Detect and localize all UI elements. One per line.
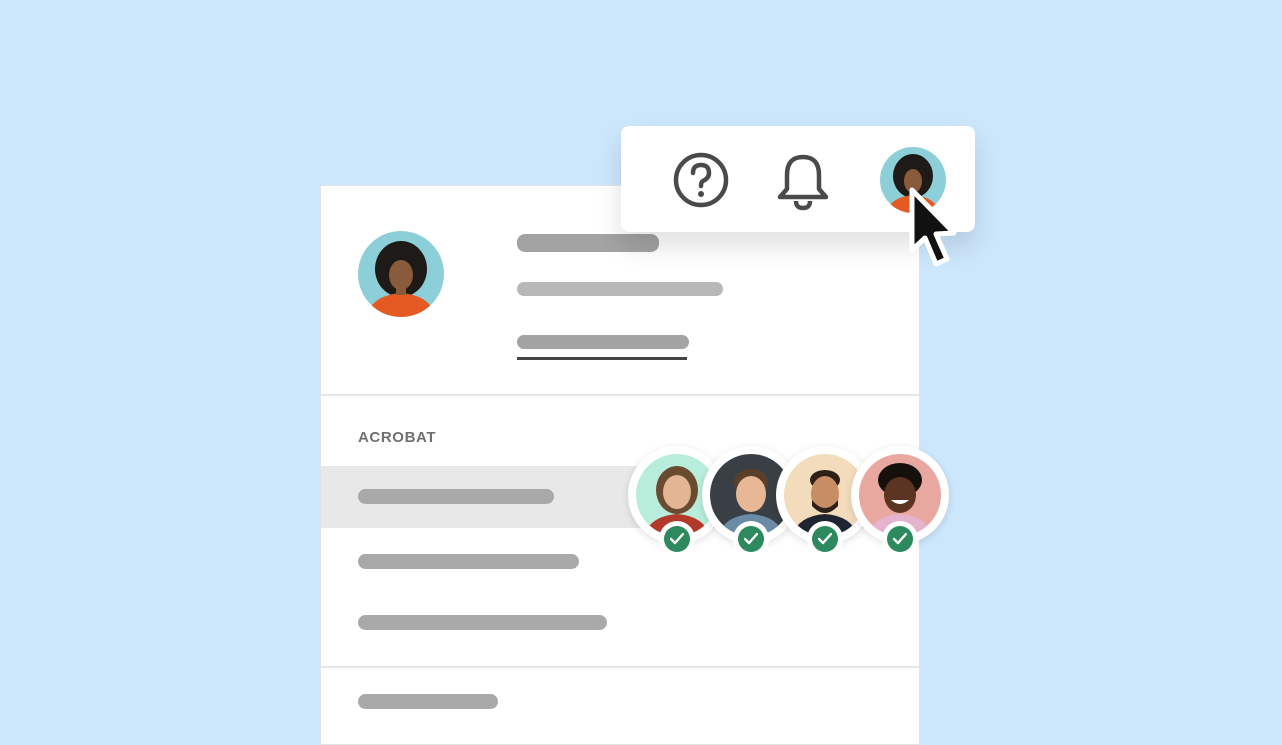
help-icon[interactable]	[672, 151, 730, 214]
mouse-pointer-icon	[906, 186, 970, 287]
menu-item-label-placeholder	[358, 694, 498, 709]
menu-item-label-placeholder	[358, 554, 579, 569]
check-badge	[807, 521, 843, 557]
check-badge	[882, 521, 918, 557]
divider	[321, 394, 919, 396]
profile-name-placeholder	[517, 234, 659, 252]
menu-item-label-placeholder	[358, 615, 607, 630]
bell-icon[interactable]	[775, 151, 831, 216]
checkmark-icon	[738, 526, 764, 552]
profile-link-underline	[517, 357, 687, 360]
divider	[321, 666, 919, 668]
menu-item-3[interactable]	[321, 592, 919, 654]
checkmark-icon	[664, 526, 690, 552]
collaborator-avatar[interactable]	[851, 446, 949, 557]
section-label: ACROBAT	[358, 429, 437, 446]
profile-email-placeholder	[517, 282, 723, 296]
menu-item-label-placeholder	[358, 489, 554, 504]
check-badge	[733, 521, 769, 557]
checkmark-icon	[887, 526, 913, 552]
profile-avatar	[358, 231, 444, 317]
menu-item-4[interactable]	[321, 676, 919, 738]
checkmark-icon	[812, 526, 838, 552]
check-badge	[659, 521, 695, 557]
profile-link-placeholder[interactable]	[517, 335, 689, 349]
